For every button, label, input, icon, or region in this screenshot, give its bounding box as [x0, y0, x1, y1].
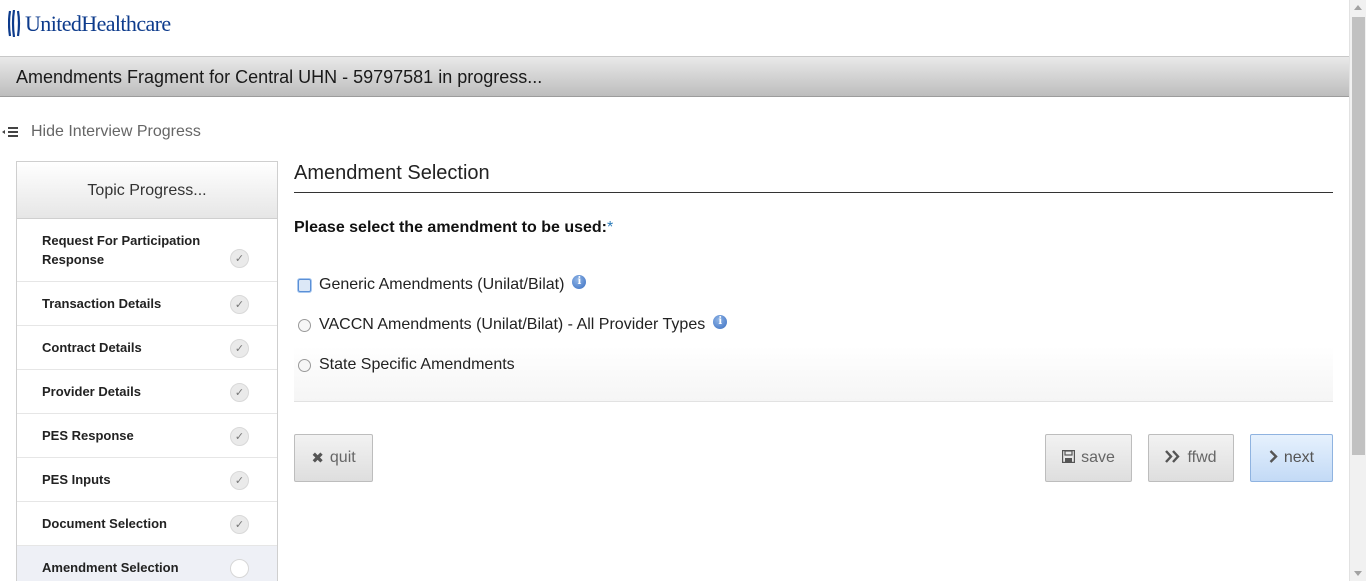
- info-icon[interactable]: i: [713, 315, 728, 329]
- page-title: Amendments Fragment for Central UHN - 59…: [16, 67, 543, 87]
- brand-name: UnitedHealthcare: [25, 10, 171, 36]
- scroll-thumb[interactable]: [1352, 17, 1365, 455]
- topic-item-contract-details[interactable]: Contract Details ✓: [17, 326, 277, 370]
- question-text: Please select the amendment to be used:: [294, 219, 607, 236]
- topic-item-provider-details[interactable]: Provider Details ✓: [17, 370, 277, 414]
- option-vaccn-amendments[interactable]: VACCN Amendments (Unilat/Bilat) - All Pr…: [298, 315, 728, 334]
- ffwd-label: ffwd: [1187, 449, 1217, 466]
- save-button[interactable]: save: [1045, 434, 1132, 482]
- topic-item-label: Provider Details: [42, 384, 141, 399]
- list-collapse-icon: [2, 124, 20, 140]
- topic-item-request-for-participation[interactable]: Request For Participation Response ✓: [17, 219, 277, 282]
- scroll-down-arrow-icon[interactable]: [1354, 571, 1362, 576]
- double-chevron-right-icon: [1165, 449, 1181, 467]
- brand-logo[interactable]: UnitedHealthcare: [8, 10, 171, 37]
- vertical-scrollbar[interactable]: [1349, 0, 1366, 581]
- option-state-specific-amendments[interactable]: State Specific Amendments: [298, 356, 515, 374]
- topic-progress-panel: Topic Progress... Request For Participat…: [16, 161, 278, 581]
- checkmark-icon: ✓: [230, 471, 249, 490]
- hide-interview-progress-toggle[interactable]: Hide Interview Progress: [2, 123, 201, 141]
- checkmark-icon: ✓: [230, 427, 249, 446]
- topic-item-label: Contract Details: [42, 340, 142, 355]
- info-icon[interactable]: i: [572, 275, 587, 289]
- required-marker: *: [607, 219, 614, 236]
- quit-button[interactable]: ✖ quit: [294, 434, 373, 482]
- topic-item-label: PES Response: [42, 428, 134, 443]
- fast-forward-button[interactable]: ffwd: [1148, 434, 1234, 482]
- section-title: Amendment Selection: [294, 162, 1333, 193]
- checkmark-icon: ✓: [230, 339, 249, 358]
- close-icon: ✖: [311, 450, 324, 467]
- pending-circle-icon: [230, 559, 249, 578]
- shield-logo-icon: [8, 10, 21, 37]
- topic-item-label: Amendment Selection: [42, 560, 179, 575]
- checkmark-icon: ✓: [230, 383, 249, 402]
- next-button[interactable]: next: [1250, 434, 1333, 482]
- scroll-up-arrow-icon[interactable]: [1354, 5, 1362, 10]
- option-label[interactable]: State Specific Amendments: [319, 356, 515, 374]
- option-label[interactable]: VACCN Amendments (Unilat/Bilat) - All Pr…: [319, 316, 705, 334]
- topic-item-label: PES Inputs: [42, 472, 111, 487]
- hide-progress-label: Hide Interview Progress: [31, 123, 201, 140]
- floppy-disk-icon: [1061, 449, 1076, 467]
- question-label: Please select the amendment to be used:*: [294, 219, 613, 237]
- option-generic-amendments[interactable]: Generic Amendments (Unilat/Bilat) i: [298, 275, 587, 294]
- quit-label: quit: [329, 449, 356, 466]
- page-title-bar: Amendments Fragment for Central UHN - 59…: [0, 57, 1349, 97]
- topic-item-label: Request For Participation Response: [42, 233, 201, 267]
- topic-item-transaction-details[interactable]: Transaction Details ✓: [17, 282, 277, 326]
- checkmark-icon: ✓: [230, 295, 249, 314]
- topic-item-label: Transaction Details: [42, 296, 162, 311]
- topic-item-document-selection[interactable]: Document Selection ✓: [17, 502, 277, 546]
- amendment-options-group: Generic Amendments (Unilat/Bilat) i VACC…: [294, 264, 1333, 402]
- topic-item-pes-response[interactable]: PES Response ✓: [17, 414, 277, 458]
- chevron-right-icon: [1269, 449, 1278, 467]
- radio-state-specific-amendments[interactable]: [298, 358, 311, 372]
- radio-vaccn-amendments[interactable]: [298, 318, 311, 332]
- radio-generic-amendments[interactable]: [298, 278, 311, 292]
- save-label: save: [1081, 449, 1115, 466]
- checkmark-icon: ✓: [230, 515, 249, 534]
- topic-item-pes-inputs[interactable]: PES Inputs ✓: [17, 458, 277, 502]
- topic-item-label: Document Selection: [42, 516, 167, 531]
- topic-progress-title: Topic Progress...: [17, 162, 277, 219]
- checkmark-icon: ✓: [230, 249, 249, 268]
- app-header: UnitedHealthcare: [0, 0, 1349, 57]
- topic-item-amendment-selection[interactable]: Amendment Selection: [17, 546, 277, 581]
- next-label: next: [1283, 449, 1315, 466]
- option-label[interactable]: Generic Amendments (Unilat/Bilat): [319, 276, 564, 294]
